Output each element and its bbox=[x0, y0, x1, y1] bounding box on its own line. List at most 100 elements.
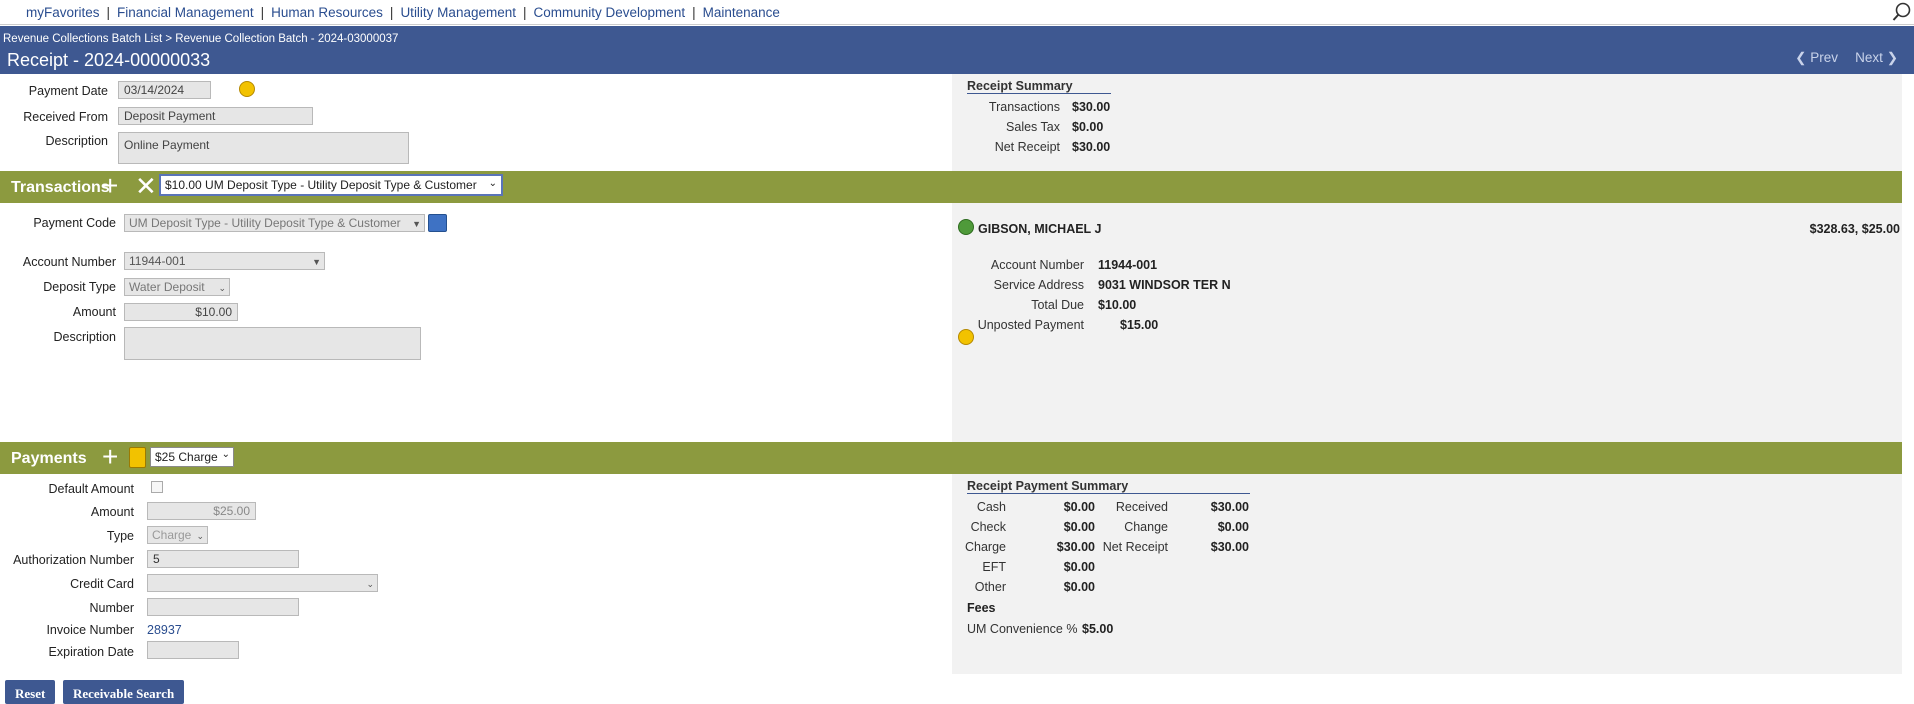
chevron-right-icon: ❯ bbox=[1886, 50, 1898, 65]
payment-summary-value: $30.00 bbox=[1210, 540, 1249, 554]
receivable-search-button[interactable]: Receivable Search bbox=[63, 680, 185, 704]
summary-value: $0.00 bbox=[1072, 120, 1104, 134]
payment-summary-label: Other bbox=[974, 580, 1006, 594]
delete-transaction-icon[interactable]: ✕ bbox=[135, 173, 157, 199]
transaction-select[interactable]: $10.00 UM Deposit Type - Utility Deposit… bbox=[159, 174, 503, 196]
credit-card-select[interactable]: ⌄ bbox=[147, 574, 378, 592]
page-title: Receipt - 2024-00000033 bbox=[7, 50, 211, 70]
payment-code-select[interactable]: UM Deposit Type - Utility Deposit Type &… bbox=[124, 214, 425, 232]
reset-button[interactable]: Reset bbox=[5, 680, 56, 704]
payment-summary-value: $0.00 bbox=[1063, 500, 1095, 514]
coin-icon[interactable] bbox=[958, 329, 974, 345]
fees-heading: Fees bbox=[967, 601, 996, 615]
customer-name[interactable]: GIBSON, MICHAEL J bbox=[978, 222, 1101, 236]
nav-financial-management[interactable]: Financial Management bbox=[117, 5, 254, 20]
account-number-label: Account Number bbox=[22, 255, 116, 269]
invoice-number-label: Invoice Number bbox=[46, 623, 134, 637]
transaction-description-label: Description bbox=[53, 330, 116, 344]
customer-label: Total Due bbox=[1031, 298, 1084, 312]
payment-date-label: Payment Date bbox=[28, 84, 108, 98]
summary-label: Sales Tax bbox=[1006, 120, 1060, 134]
payment-summary-label: Change bbox=[1124, 520, 1168, 534]
payment-select[interactable]: $25 Charge ⌄ bbox=[150, 447, 234, 467]
payment-date-field[interactable]: 03/14/2024 bbox=[118, 81, 211, 99]
transaction-description-field[interactable] bbox=[124, 327, 421, 360]
payment-amount-label: Amount bbox=[90, 505, 134, 519]
transactions-title: Transactions bbox=[11, 179, 110, 196]
customer-label: Account Number bbox=[990, 258, 1084, 272]
nav-human-resources[interactable]: Human Resources bbox=[271, 5, 383, 20]
type-select[interactable]: Charge ⌄ bbox=[147, 526, 208, 544]
next-button[interactable]: Next ❯ bbox=[1855, 50, 1898, 66]
payment-summary-value: $0.00 bbox=[1063, 520, 1095, 534]
payment-summary-label: Received bbox=[1115, 500, 1168, 514]
nav-myfavorites[interactable]: myFavorites bbox=[26, 5, 100, 20]
received-from-label: Received From bbox=[23, 110, 108, 124]
authorization-number-field[interactable]: 5 bbox=[147, 550, 299, 568]
authorization-number-label: Authorization Number bbox=[13, 553, 134, 567]
expiration-date-label: Expiration Date bbox=[48, 645, 134, 659]
page-header: Revenue Collections Batch List > Revenue… bbox=[0, 26, 1914, 74]
description-label: Description bbox=[45, 134, 108, 148]
summary-value: $30.00 bbox=[1072, 140, 1111, 154]
chevron-down-icon: ⌄ bbox=[218, 283, 226, 293]
payment-summary-label: Net Receipt bbox=[1102, 540, 1168, 554]
chevron-left-icon: ❮ bbox=[1795, 50, 1807, 65]
globe-icon bbox=[958, 219, 974, 235]
customer-panel bbox=[952, 203, 1902, 442]
cash-drawer-icon[interactable] bbox=[129, 447, 146, 468]
default-amount-checkbox[interactable] bbox=[151, 481, 163, 493]
expiration-date-field[interactable] bbox=[147, 641, 239, 659]
number-field[interactable] bbox=[147, 598, 299, 616]
payment-summary-value: $30.00 bbox=[1210, 500, 1249, 514]
deposit-type-label: Deposit Type bbox=[43, 280, 116, 294]
type-label: Type bbox=[106, 529, 134, 543]
payment-summary-value: $0.00 bbox=[1217, 520, 1249, 534]
amount-field[interactable]: $10.00 bbox=[124, 303, 238, 321]
number-label: Number bbox=[89, 601, 134, 615]
payments-title: Payments bbox=[11, 450, 87, 467]
summary-label: Transactions bbox=[988, 100, 1060, 114]
payment-summary-label: Charge bbox=[965, 540, 1006, 554]
received-from-field[interactable]: Deposit Payment bbox=[118, 107, 313, 125]
add-payment-icon[interactable]: + bbox=[102, 443, 118, 471]
prev-button[interactable]: ❮ Prev bbox=[1795, 50, 1838, 66]
lookup-icon[interactable] bbox=[428, 214, 447, 232]
payment-summary-value: $30.00 bbox=[1056, 540, 1095, 554]
customer-value: 11944-001 bbox=[1098, 258, 1158, 272]
search-icon[interactable] bbox=[1892, 2, 1912, 22]
description-field[interactable]: Online Payment bbox=[118, 132, 409, 164]
invoice-number-link[interactable]: 28937 bbox=[147, 623, 182, 637]
summary-label: Net Receipt bbox=[994, 140, 1060, 154]
default-amount-label: Default Amount bbox=[48, 482, 134, 496]
payments-bar: Payments + $25 Charge ⌄ bbox=[0, 442, 1902, 474]
payment-amount-field[interactable]: $25.00 bbox=[147, 502, 256, 520]
amount-label: Amount bbox=[72, 305, 116, 319]
summary-value: $30.00 bbox=[1072, 100, 1111, 114]
payment-summary-label: Check bbox=[970, 520, 1006, 534]
customer-value: 9031 WINDSOR TER N bbox=[1098, 278, 1231, 292]
deposit-type-select[interactable]: Water Deposit ⌄ bbox=[124, 278, 230, 296]
payment-code-label: Payment Code bbox=[33, 216, 116, 230]
customer-value: $10.00 bbox=[1098, 298, 1137, 312]
chevron-down-icon: ⌄ bbox=[366, 579, 374, 589]
nav-maintenance[interactable]: Maintenance bbox=[703, 5, 780, 20]
account-number-select[interactable]: 11944-001 ▼ bbox=[124, 252, 325, 270]
add-transaction-icon[interactable]: + bbox=[102, 172, 118, 200]
payment-summary-label: Cash bbox=[976, 500, 1006, 514]
fee-label: UM Convenience % bbox=[967, 622, 1078, 636]
chevron-down-icon: ⌄ bbox=[221, 449, 230, 460]
customer-label: Unposted Payment bbox=[977, 318, 1084, 332]
transactions-bar: Transactions + ✕ $10.00 UM Deposit Type … bbox=[0, 171, 1902, 203]
chevron-down-icon: ▼ bbox=[412, 219, 421, 229]
nav-community-development[interactable]: Community Development bbox=[534, 5, 686, 20]
payment-summary-label: EFT bbox=[982, 560, 1006, 574]
nav-utility-management[interactable]: Utility Management bbox=[400, 5, 516, 20]
payment-summary-value: $0.00 bbox=[1063, 560, 1095, 574]
customer-value: $15.00 bbox=[1120, 318, 1159, 332]
payment-summary-value: $0.00 bbox=[1063, 580, 1095, 594]
calendar-icon[interactable] bbox=[239, 81, 255, 97]
chevron-down-icon: ▼ bbox=[312, 257, 321, 267]
breadcrumb[interactable]: Revenue Collections Batch List > Revenue… bbox=[3, 33, 398, 45]
nav-links: myFavorites | Financial Management | Human R… bbox=[26, 5, 780, 20]
